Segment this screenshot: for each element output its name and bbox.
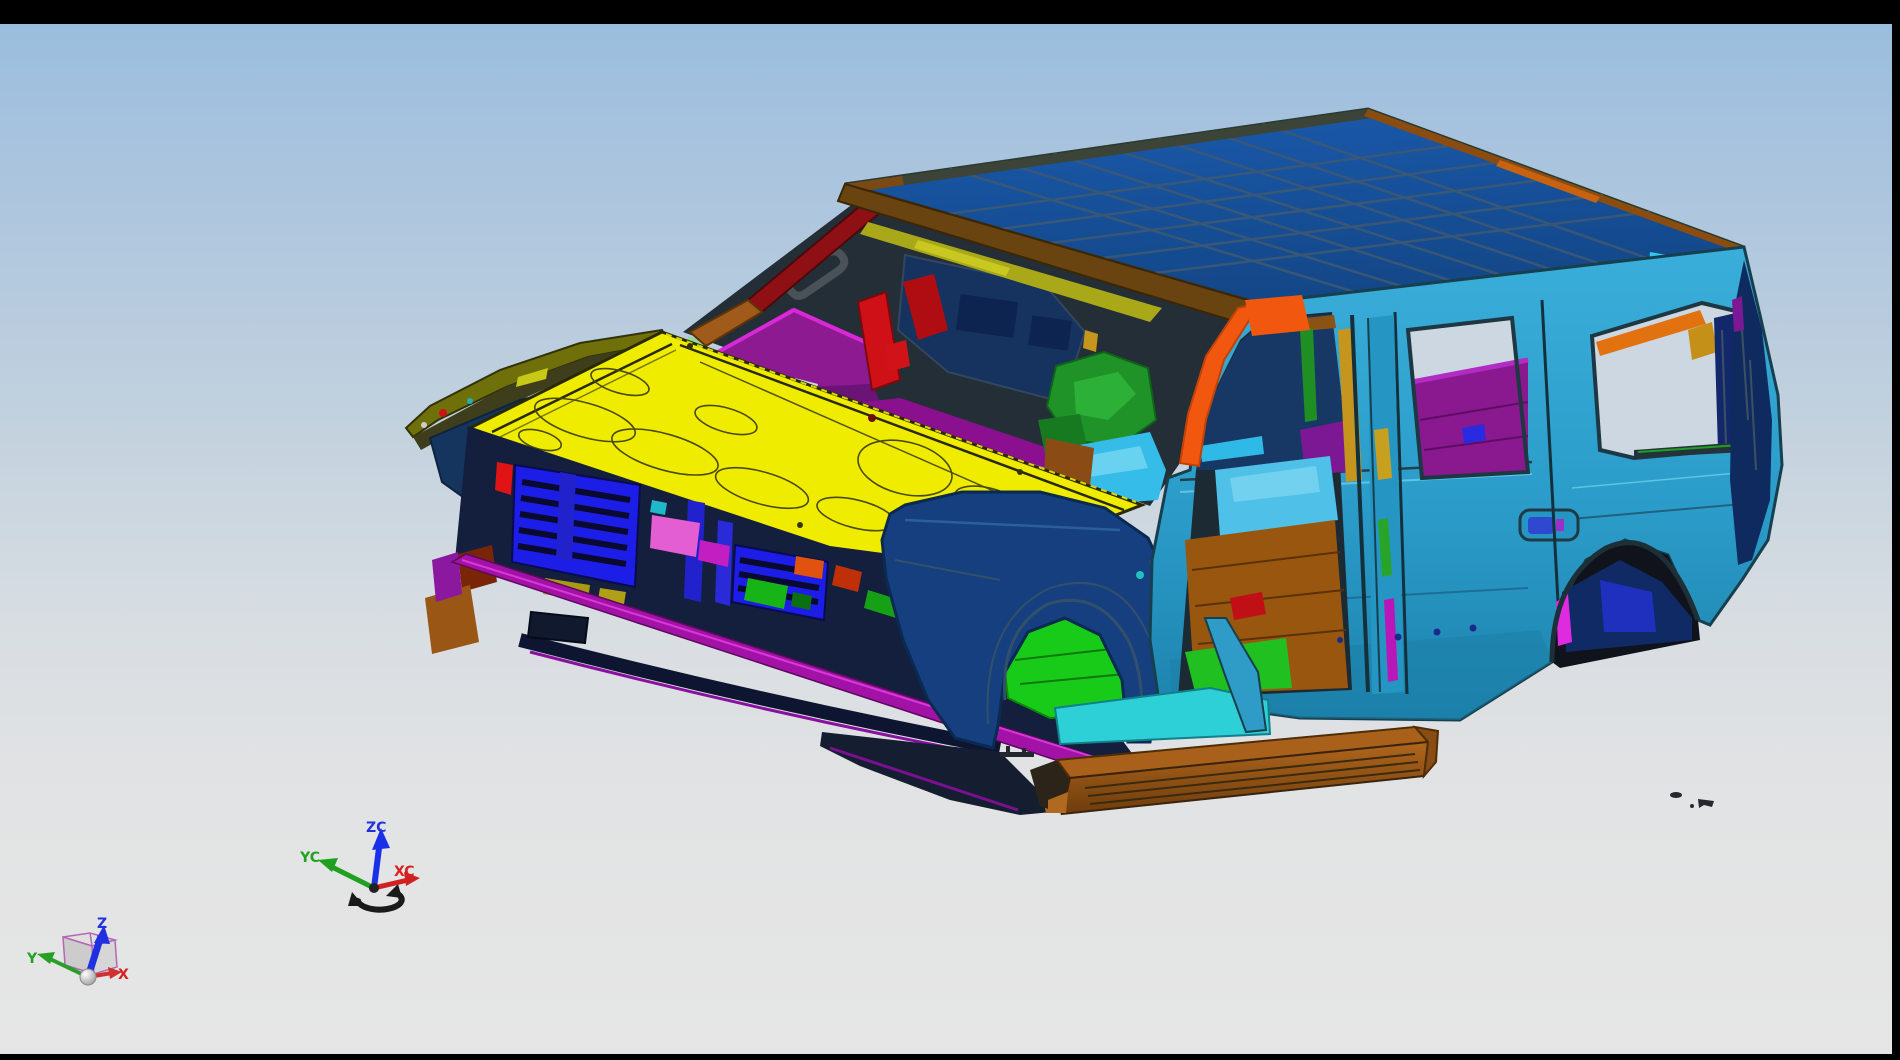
debris-fragments[interactable]: [1670, 792, 1714, 808]
model-scene: ZC YC XC Z Y X: [0, 0, 1900, 1060]
view-x-label: X: [118, 967, 129, 983]
view-z-label: Z: [97, 916, 107, 932]
wcs-yc-label: YC: [299, 850, 320, 866]
wcs-zc-label: ZC: [366, 820, 386, 836]
wcs-triad[interactable]: ZC YC XC: [299, 820, 420, 910]
view-y-label: Y: [26, 951, 38, 967]
wcs-xc-label: XC: [394, 864, 415, 880]
cad-application-window: ZC YC XC Z Y X: [0, 0, 1900, 1060]
rear-door-window[interactable]: [1408, 318, 1528, 478]
view-triad-cube[interactable]: Z Y X: [26, 916, 129, 985]
rear-door-handle[interactable]: [1520, 510, 1578, 540]
a-pillar-roof-patch[interactable]: [1245, 295, 1310, 336]
